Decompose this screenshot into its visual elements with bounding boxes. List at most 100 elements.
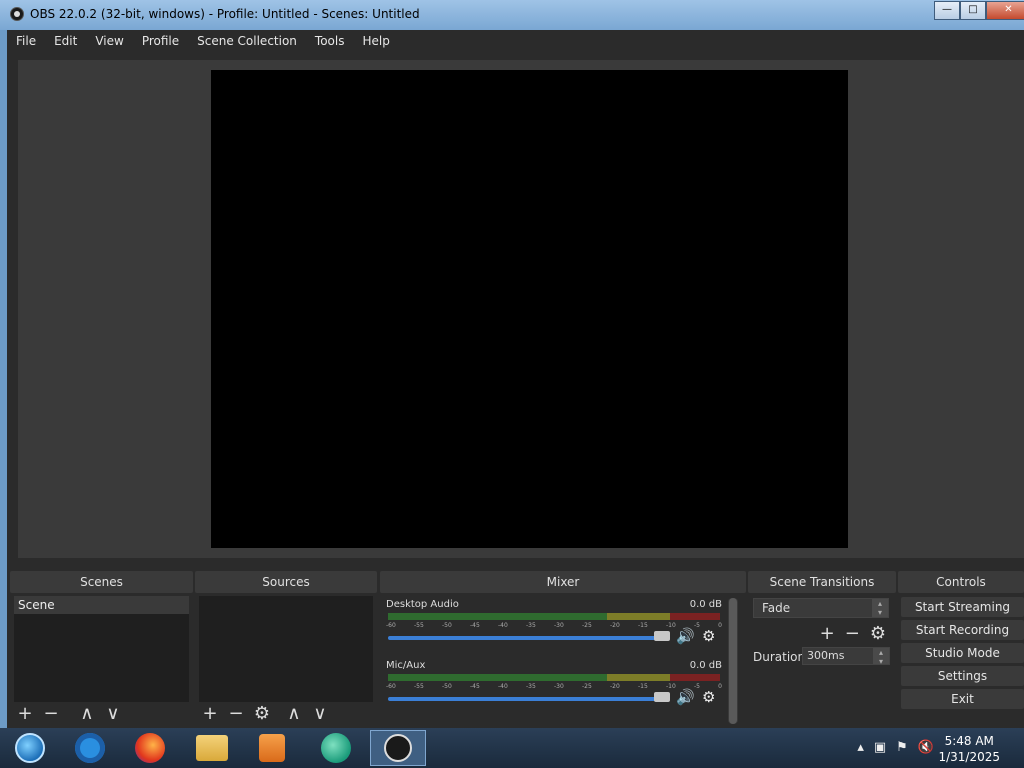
volume-muted-icon[interactable]: 🔇 xyxy=(918,740,934,755)
minimize-button[interactable]: — xyxy=(934,1,960,20)
obs-window: OBS 22.0.2 (32-bit, windows) - Profile: … xyxy=(0,0,1024,728)
remove-scene-icon[interactable]: − xyxy=(42,705,60,723)
tick-label: 0 xyxy=(718,683,722,690)
tick-label: -10 xyxy=(666,683,676,690)
move-scene-down-icon[interactable]: ∨ xyxy=(104,705,122,723)
tick-label: -30 xyxy=(554,622,564,629)
transition-properties-gear-icon[interactable]: ⚙ xyxy=(870,623,886,644)
tick-label: -25 xyxy=(582,683,592,690)
volume-slider[interactable] xyxy=(388,636,670,640)
network-icon[interactable]: ▣ xyxy=(874,740,886,755)
chat-bubble-icon xyxy=(321,733,351,763)
meter-ticks: -60 -55 -50 -45 -40 -35 -30 -25 -20 -15 -10 -5 0 xyxy=(386,683,722,690)
tick-label: -50 xyxy=(442,622,452,629)
source-properties-gear-icon[interactable]: ⚙ xyxy=(253,705,271,723)
exit-button[interactable]: Exit xyxy=(901,689,1024,709)
tick-label: -45 xyxy=(470,622,480,629)
studio-mode-button[interactable]: Studio Mode xyxy=(901,643,1024,663)
scenes-list[interactable]: Scene xyxy=(14,596,189,702)
tick-label: 0 xyxy=(718,622,722,629)
gear-icon[interactable]: ⚙ xyxy=(702,688,715,706)
maximize-button[interactable]: □ xyxy=(960,1,986,20)
add-source-icon[interactable]: + xyxy=(201,705,219,723)
mixer-scrollbar[interactable] xyxy=(728,598,738,724)
menu-scene-collection[interactable]: Scene Collection xyxy=(188,30,306,52)
taskbar-media-player[interactable] xyxy=(244,730,300,766)
taskbar-firefox[interactable] xyxy=(122,730,178,766)
remove-source-icon[interactable]: − xyxy=(227,705,245,723)
window-title: OBS 22.0.2 (32-bit, windows) - Profile: … xyxy=(30,7,420,21)
sources-list[interactable] xyxy=(199,596,373,702)
duration-value: 300ms xyxy=(807,649,845,662)
transition-select[interactable]: Fade ▴ ▾ xyxy=(753,598,889,618)
close-button[interactable]: ✕ xyxy=(986,1,1024,20)
channel-db: 0.0 dB xyxy=(689,660,722,671)
gear-icon[interactable]: ⚙ xyxy=(702,627,715,645)
move-source-up-icon[interactable]: ∧ xyxy=(285,705,303,723)
tick-label: -45 xyxy=(470,683,480,690)
mixer-channel-desktop-audio: Desktop Audio 0.0 dB -60 -55 -50 -45 -40 -35 -… xyxy=(386,599,722,659)
taskbar-obs[interactable] xyxy=(370,730,426,766)
scrollbar-thumb[interactable] xyxy=(729,598,737,724)
controls-dock: Controls Start Streaming Start Recording… xyxy=(898,571,1024,728)
menu-tools[interactable]: Tools xyxy=(306,30,354,52)
action-center-flag-icon[interactable]: ⚑ xyxy=(896,740,908,755)
volume-slider[interactable] xyxy=(388,697,670,701)
menu-file[interactable]: File xyxy=(7,30,45,52)
speaker-icon[interactable]: 🔊 xyxy=(676,627,695,645)
channel-name: Mic/Aux xyxy=(386,660,426,671)
menu-view[interactable]: View xyxy=(86,30,132,52)
scenes-toolbar: + − ∧ ∨ xyxy=(16,702,122,726)
settings-button[interactable]: Settings xyxy=(901,666,1024,686)
volume-slider-handle[interactable] xyxy=(654,692,670,702)
transitions-dock-title: Scene Transitions xyxy=(748,571,896,593)
menu-bar: File Edit View Profile Scene Collection … xyxy=(7,30,1024,52)
volume-slider-handle[interactable] xyxy=(654,631,670,641)
window-controls: — □ ✕ xyxy=(934,1,1024,20)
windows-start-icon xyxy=(15,733,45,763)
spin-arrows-icon: ▴ ▾ xyxy=(873,648,889,666)
menu-profile[interactable]: Profile xyxy=(133,30,188,52)
tick-label: -40 xyxy=(498,683,508,690)
preview-area xyxy=(18,60,1024,558)
move-source-down-icon[interactable]: ∨ xyxy=(311,705,329,723)
taskbar-file-explorer[interactable] xyxy=(184,730,240,766)
sources-toolbar: + − ⚙ ∧ ∨ xyxy=(201,702,329,726)
channel-name: Desktop Audio xyxy=(386,599,459,610)
start-recording-button[interactable]: Start Recording xyxy=(901,620,1024,640)
add-transition-icon[interactable]: + xyxy=(820,623,835,644)
preview-canvas[interactable] xyxy=(211,70,848,548)
obs-icon xyxy=(384,734,412,762)
add-scene-icon[interactable]: + xyxy=(16,705,34,723)
tick-label: -40 xyxy=(498,622,508,629)
title-bar[interactable]: OBS 22.0.2 (32-bit, windows) - Profile: … xyxy=(0,0,1024,30)
start-button[interactable] xyxy=(2,730,58,766)
taskbar-internet-explorer[interactable] xyxy=(62,730,118,766)
clock-time: 5:48 AM xyxy=(944,734,994,748)
tick-label: -35 xyxy=(526,622,536,629)
mixer-dock-title: Mixer xyxy=(380,571,746,593)
speaker-icon[interactable]: 🔊 xyxy=(676,688,695,706)
start-streaming-button[interactable]: Start Streaming xyxy=(901,597,1024,617)
mixer-channel-mic-aux: Mic/Aux 0.0 dB -60 -55 -50 -45 -40 -35 -30 -25 -… xyxy=(386,660,722,720)
channel-db: 0.0 dB xyxy=(689,599,722,610)
clock-date: 1/31/2025 xyxy=(938,750,1000,764)
clock[interactable]: 5:48 AM 1/31/2025 xyxy=(938,733,1000,765)
menu-help[interactable]: Help xyxy=(353,30,398,52)
controls-dock-title: Controls xyxy=(898,571,1024,593)
taskbar-messenger[interactable] xyxy=(308,730,364,766)
tick-label: -55 xyxy=(414,683,424,690)
move-scene-up-icon[interactable]: ∧ xyxy=(78,705,96,723)
scene-transitions-dock: Scene Transitions Fade ▴ ▾ + − ⚙ Duration… xyxy=(748,571,896,728)
tick-label: -35 xyxy=(526,683,536,690)
tick-label: -20 xyxy=(610,622,620,629)
tick-label: -55 xyxy=(414,622,424,629)
meter-ticks: -60 -55 -50 -45 -40 -35 -30 -25 -20 -15 -10 -5 0 xyxy=(386,622,722,629)
show-hidden-icons-icon[interactable]: ▴ xyxy=(857,740,864,755)
spin-arrows-icon: ▴ ▾ xyxy=(872,599,888,617)
menu-edit[interactable]: Edit xyxy=(45,30,86,52)
internet-explorer-icon xyxy=(75,733,105,763)
list-item-scene[interactable]: Scene xyxy=(14,596,189,614)
duration-spinbox[interactable]: 300ms ▴ ▾ xyxy=(802,647,890,666)
remove-transition-icon[interactable]: − xyxy=(845,623,860,644)
